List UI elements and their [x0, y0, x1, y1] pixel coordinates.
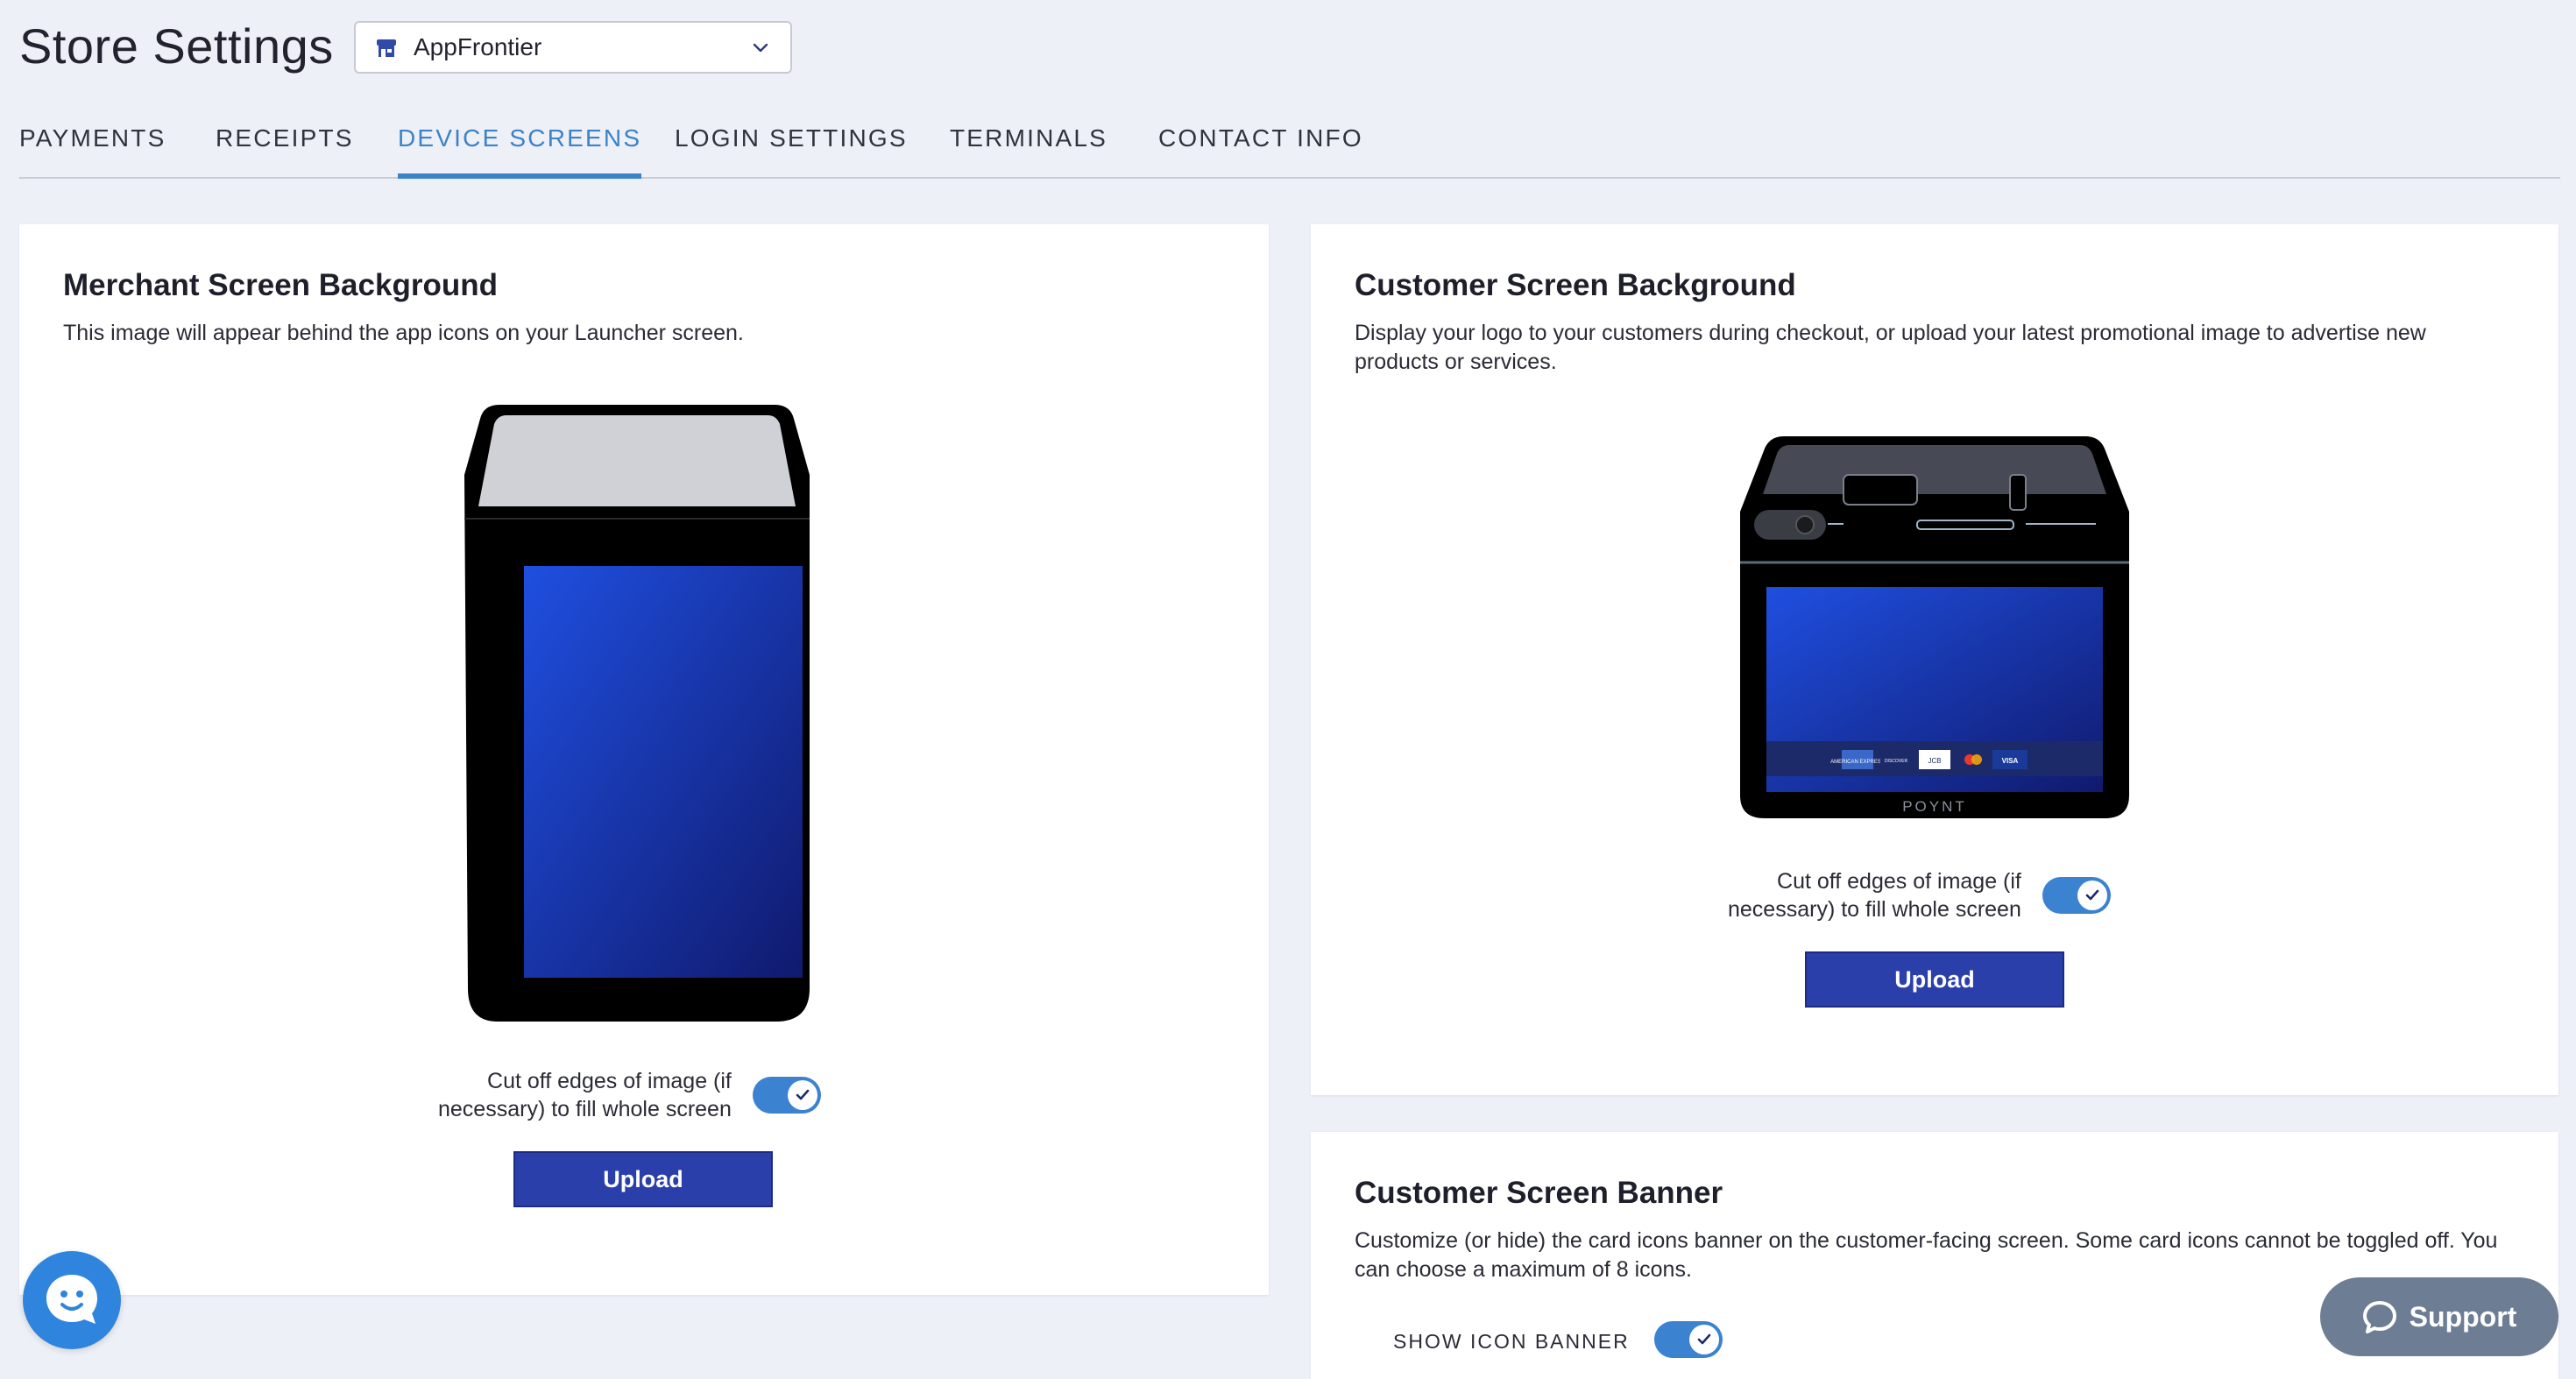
customer-card-description: Display your logo to your customers duri… — [1355, 321, 2426, 374]
amex-card-icon: AMERICAN EXPRESS — [1830, 760, 1885, 765]
customer-crop-toggle-row: Cut off edges of image (if necessary) to… — [1728, 867, 2111, 923]
device-brand-label: POYNT — [1902, 798, 1967, 815]
banner-card-title: Customer Screen Banner — [1355, 1176, 1723, 1210]
jcb-card-icon: JCB — [1928, 757, 1941, 765]
banner-card-description: Customize (or hide) the card icons banne… — [1355, 1228, 2498, 1282]
tab-terminals[interactable]: TERMINALS — [950, 124, 1108, 179]
store-icon — [377, 39, 396, 57]
mastercard-card-icon — [1964, 754, 1982, 765]
customer-crop-label: Cut off edges of image (if necessary) to… — [1728, 869, 2021, 922]
chevron-down-icon — [753, 43, 768, 53]
support-label: Support — [2409, 1300, 2517, 1333]
chat-widget-button[interactable] — [23, 1251, 121, 1349]
merchant-card-description: This image will appear behind the app ic… — [63, 321, 744, 345]
tab-login-settings[interactable]: LOGIN SETTINGS — [675, 124, 908, 179]
check-icon — [1689, 1325, 1719, 1354]
discover-card-icon: DISCOVER — [1885, 759, 1908, 764]
show-icon-banner-label: SHOW ICON BANNER — [1393, 1330, 1630, 1353]
tab-device-screens[interactable]: DEVICE SCREENS — [398, 124, 642, 179]
customer-card-title: Customer Screen Background — [1355, 268, 1796, 302]
show-icon-banner-toggle[interactable] — [1654, 1321, 1723, 1358]
merchant-screen-card: Merchant Screen Background This image wi… — [19, 224, 1269, 1295]
chat-bubble-icon — [2362, 1301, 2396, 1333]
merchant-upload-button[interactable]: Upload — [513, 1151, 773, 1207]
check-icon — [2077, 880, 2107, 910]
customer-device-preview: AMERICAN EXPRESS DISCOVER JCB VISA POYNT — [1740, 436, 2129, 818]
page-title: Store Settings — [19, 18, 334, 74]
customer-screen-card: Customer Screen Background Display your … — [1311, 224, 2558, 1095]
customer-upload-button[interactable]: Upload — [1805, 951, 2064, 1008]
visa-card-icon: VISA — [2002, 757, 2019, 765]
tab-receipts[interactable]: RECEIPTS — [216, 124, 354, 179]
store-selector[interactable]: AppFrontier — [354, 21, 792, 74]
merchant-crop-toggle[interactable] — [752, 1077, 821, 1114]
tab-contact-info[interactable]: CONTACT INFO — [1158, 124, 1363, 179]
merchant-card-title: Merchant Screen Background — [63, 268, 498, 302]
check-icon — [787, 1080, 817, 1110]
merchant-crop-toggle-row: Cut off edges of image (if necessary) to… — [438, 1067, 821, 1123]
tab-payments[interactable]: PAYMENTS — [19, 124, 166, 179]
support-button[interactable]: Support — [2320, 1277, 2558, 1356]
customer-crop-toggle[interactable] — [2042, 877, 2111, 914]
chat-smile-icon — [46, 1275, 97, 1324]
merchant-crop-label: Cut off edges of image (if necessary) to… — [438, 1069, 732, 1121]
settings-tabs: PAYMENTS RECEIPTS DEVICE SCREENS LOGIN S… — [19, 114, 2560, 179]
store-selector-value: AppFrontier — [414, 33, 542, 60]
merchant-device-preview — [464, 405, 810, 1022]
